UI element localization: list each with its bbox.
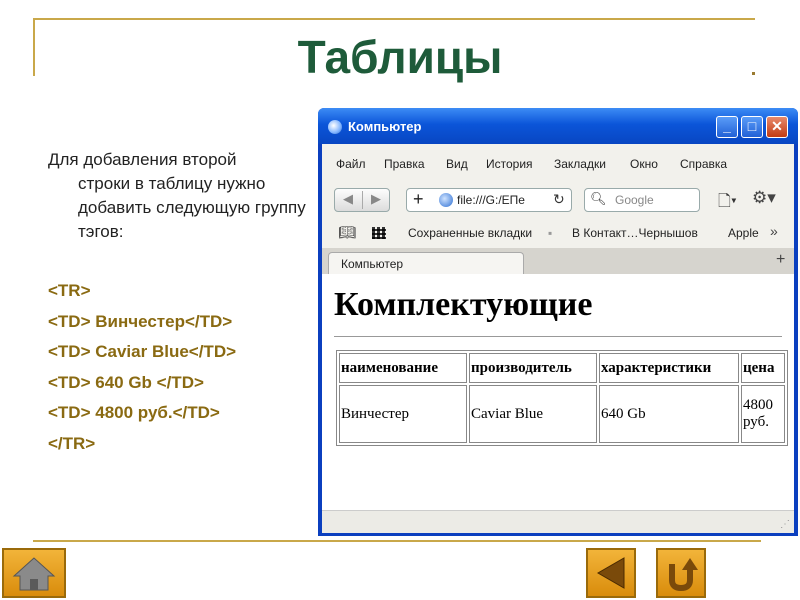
previous-slide-button[interactable] — [586, 548, 636, 598]
menu-item-file[interactable]: Файл — [336, 157, 366, 171]
add-bookmark-icon[interactable]: + — [413, 189, 424, 210]
table-header-cell: цена — [741, 353, 785, 383]
back-triangle-icon — [596, 557, 625, 589]
browser-client: Файл Правка Вид История Закладки Окно Сп… — [322, 144, 794, 533]
horizontal-rule — [334, 336, 782, 337]
close-button[interactable]: ✕ — [766, 116, 788, 138]
forward-arrow-icon[interactable]: ▶ — [371, 191, 381, 207]
window-title: Компьютер — [348, 119, 422, 134]
return-arrow-icon — [669, 558, 698, 592]
table-cell: Винчестер — [339, 385, 467, 443]
table-cell: Caviar Blue — [469, 385, 597, 443]
tab-strip: Компьютер + — [322, 248, 794, 274]
bookmark-separator-icon: ▪ — [548, 226, 553, 240]
menu-item-window[interactable]: Окно — [630, 157, 658, 171]
bookmark-vkontakte[interactable]: В Контакт…Чернышов — [572, 226, 698, 240]
table-cell: 4800 руб. — [741, 385, 785, 443]
back-forward-buttons: ◀ ▶ — [334, 188, 390, 212]
menu-item-view[interactable]: Вид — [446, 157, 468, 171]
search-icon[interactable]: 🔍︎ — [590, 191, 607, 207]
table-header-cell: наименование — [339, 353, 467, 383]
browser-logo-icon — [328, 120, 342, 134]
page-heading: Комплектующие — [334, 286, 593, 323]
status-bar: ⋰ — [322, 510, 794, 533]
intro-rest: строки в таблицу нужно добавить следующу… — [78, 174, 306, 241]
menu-bar: Файл Правка Вид История Закладки Окно Сп… — [322, 144, 794, 184]
code-list: <TR> <TD> Винчестер</TD> <TD> Caviar Blu… — [48, 276, 236, 459]
slide-title: Таблицы — [297, 31, 503, 83]
more-bookmarks-icon[interactable]: » — [770, 223, 778, 239]
code-line: <TD> 640 Gb </TD> — [48, 372, 204, 392]
open-book-icon[interactable]: 📖︎ — [338, 224, 356, 241]
tab-label: Компьютер — [341, 257, 404, 271]
table-cell: 640 Gb — [599, 385, 739, 443]
page-content: Комплектующие наименование производитель… — [322, 274, 794, 510]
page-menu-icon[interactable]: 🗋▾ — [718, 190, 737, 217]
grid-icon[interactable] — [372, 227, 386, 239]
new-tab-icon[interactable]: + — [776, 251, 785, 269]
minimize-button[interactable]: _ — [716, 116, 738, 138]
button-separator — [362, 191, 363, 209]
menu-item-help[interactable]: Справка — [680, 157, 727, 171]
bookmark-saved-tabs[interactable]: Сохраненные вкладки — [408, 226, 532, 240]
globe-icon — [439, 193, 453, 207]
home-icon — [12, 557, 56, 591]
table-header-cell: производитель — [469, 353, 597, 383]
menu-item-history[interactable]: История — [486, 157, 533, 171]
menu-item-edit[interactable]: Правка — [384, 157, 425, 171]
gear-icon[interactable]: ⚙▾ — [752, 188, 776, 208]
resize-grip-icon[interactable]: ⋰ — [780, 519, 790, 530]
maximize-button[interactable]: □ — [741, 116, 763, 138]
search-field[interactable]: 🔍︎ Google — [584, 188, 700, 212]
address-bar[interactable]: + file:///G:/EПe ↻ — [406, 188, 572, 212]
frame-line-bottom — [33, 540, 761, 542]
frame-line-top — [33, 18, 755, 20]
table-header-cell: характеристики — [599, 353, 739, 383]
code-line: <TD> 4800 руб.</TD> — [48, 403, 220, 422]
tab-computer[interactable]: Компьютер — [328, 252, 524, 274]
reload-icon[interactable]: ↻ — [553, 191, 565, 208]
bookmarks-bar: 📖︎ Сохраненные вкладки ▪ В Контакт…Черны… — [322, 218, 794, 248]
back-arrow-icon[interactable]: ◀ — [343, 191, 353, 207]
code-line: <TD> Caviar Blue</TD> — [48, 342, 237, 361]
components-table: наименование производитель характеристик… — [336, 350, 788, 446]
window-titlebar[interactable]: Компьютер _ □ ✕ — [318, 108, 798, 144]
browser-window: Компьютер _ □ ✕ Файл Правка Вид История … — [318, 108, 798, 536]
code-line: <TR> — [48, 281, 91, 300]
intro-first-line: Для добавления второй — [48, 150, 237, 169]
navigation-toolbar: ◀ ▶ + file:///G:/EПe ↻ 🔍︎ Google 🗋▾ ⚙▾ — [322, 184, 794, 218]
code-line: </TR> — [48, 433, 96, 453]
bookmark-apple[interactable]: Apple — [728, 226, 759, 240]
return-button[interactable] — [656, 548, 706, 598]
home-button[interactable] — [2, 548, 66, 598]
menu-item-bookmarks[interactable]: Закладки — [554, 157, 606, 171]
code-line: <TD> Винчестер</TD> — [48, 311, 233, 331]
search-placeholder[interactable]: Google — [615, 193, 654, 207]
table-row: Винчестер Caviar Blue 640 Gb 4800 руб. — [339, 385, 785, 443]
table-header-row: наименование производитель характеристик… — [339, 353, 785, 383]
url-text[interactable]: file:///G:/EПe — [457, 193, 525, 207]
intro-text: Для добавления второй строки в таблицу н… — [48, 148, 313, 244]
